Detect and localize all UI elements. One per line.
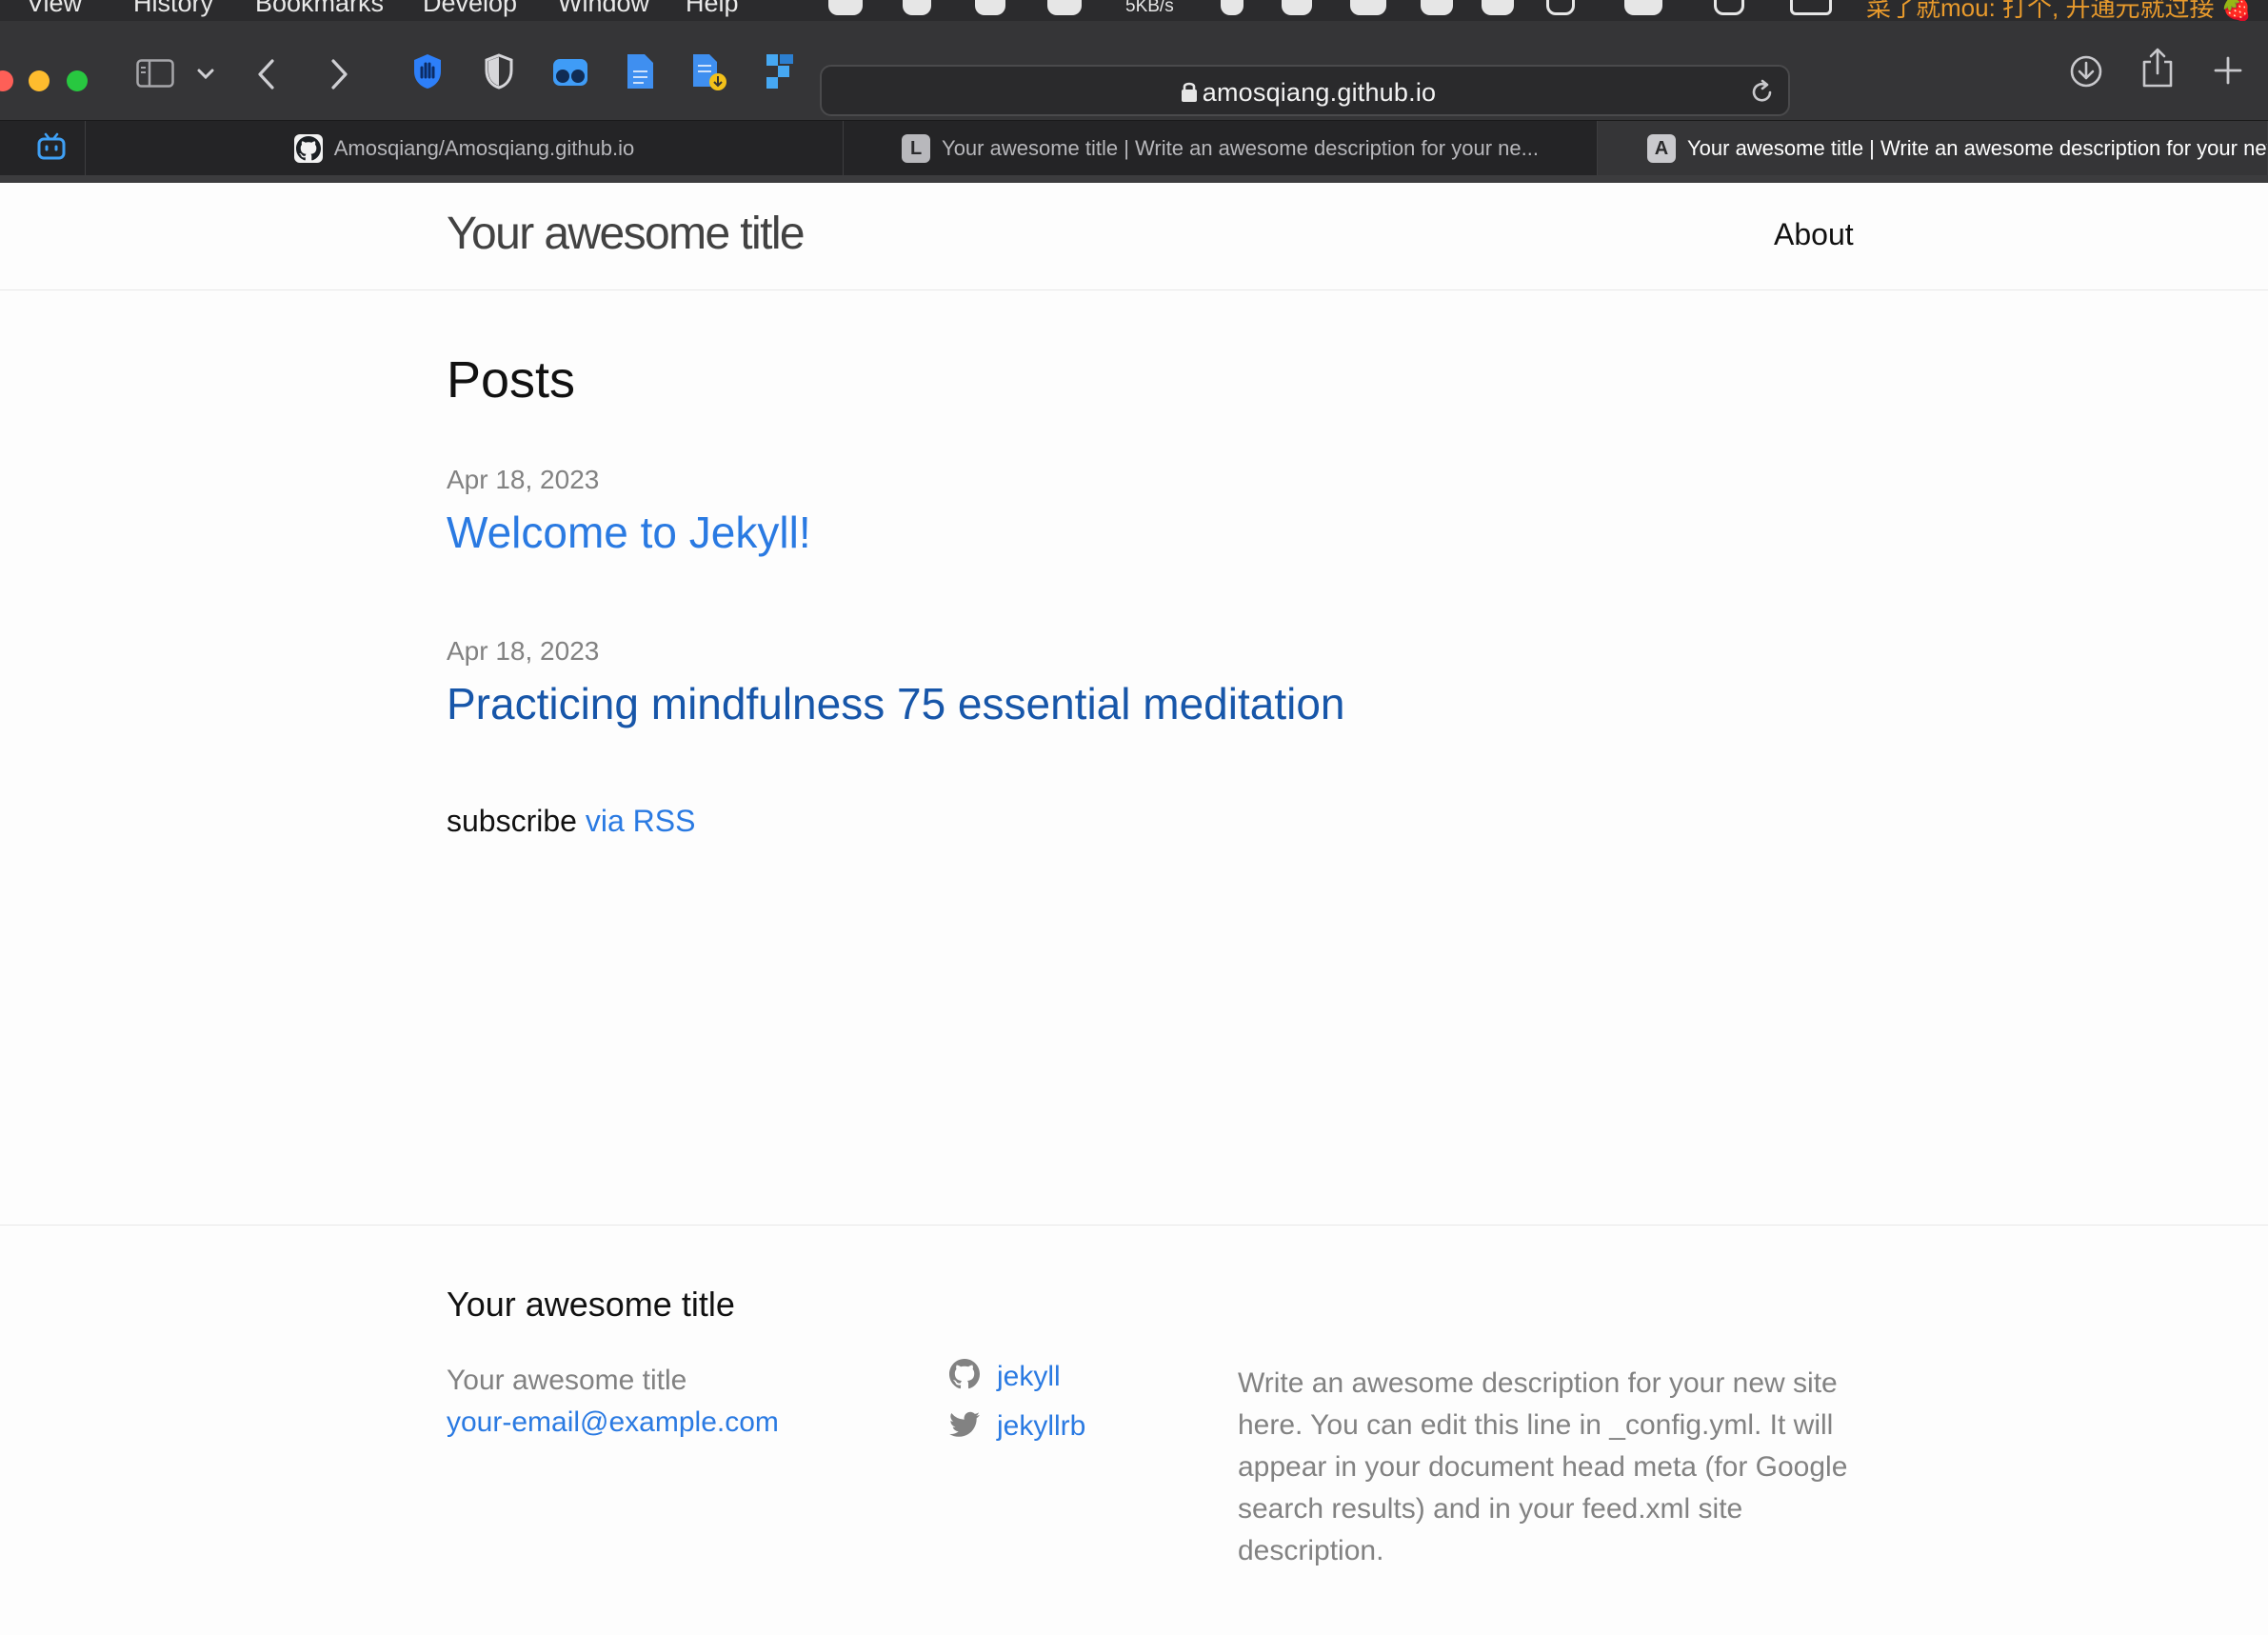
address-bar[interactable]: amosqiang.github.io: [820, 65, 1790, 116]
network-speed: 5KB/s: [1125, 0, 1174, 16]
tab-bar: Amosqiang/Amosqiang.github.io L Your awe…: [0, 120, 2268, 176]
status-app-icon-2[interactable]: [1047, 0, 1082, 15]
post-date: Apr 18, 2023: [447, 636, 600, 666]
tab-jekyll-site-l[interactable]: L Your awesome title | Write an awesome …: [844, 121, 1598, 176]
social-github: jekyll: [949, 1359, 1061, 1394]
nav-about-link[interactable]: About: [1774, 217, 1854, 252]
post-date: Apr 18, 2023: [447, 465, 600, 494]
forward-icon[interactable]: [324, 55, 354, 93]
tab-jekyll-site-active[interactable]: A Your awesome title | Write an awesome …: [1598, 121, 2268, 176]
status-ticker: 菜了就mou: 打个, 开通元就过接 🍓: [1866, 0, 2253, 21]
hand-icon[interactable]: [408, 51, 448, 91]
post-link-welcome[interactable]: Welcome to Jekyll!: [447, 507, 811, 558]
site-header: Your awesome title About: [0, 183, 2268, 290]
tab-bar-divider: [0, 175, 2268, 183]
puzzle-icon[interactable]: [760, 51, 798, 91]
status-mic-icon[interactable]: [975, 0, 1005, 15]
social-twitter: jekyllrb: [949, 1410, 1085, 1443]
status-square-icon[interactable]: [1546, 0, 1575, 15]
status-compass-icon[interactable]: [1282, 0, 1312, 15]
new-tab-icon[interactable]: [2211, 53, 2245, 88]
shield-icon[interactable]: [482, 51, 516, 91]
tab-favicon: L: [902, 134, 931, 163]
footer-email-link[interactable]: your-email@example.com: [447, 1406, 779, 1439]
minimize-window-button[interactable]: [29, 70, 50, 91]
status-grid-icon[interactable]: [903, 0, 931, 15]
binoculars-icon[interactable]: [550, 53, 590, 91]
menu-bar: View History Bookmarks Develop Window He…: [0, 0, 2268, 21]
menu-view[interactable]: View: [27, 0, 82, 18]
back-icon[interactable]: [255, 55, 278, 93]
menu-window[interactable]: Window: [558, 0, 649, 18]
tab-favicon: A: [1647, 134, 1676, 163]
document-icon[interactable]: [623, 51, 657, 91]
share-icon[interactable]: [2140, 46, 2175, 90]
tab-title: Amosqiang/Amosqiang.github.io: [333, 136, 635, 160]
github-icon: [293, 134, 323, 163]
status-circle-icon[interactable]: [1714, 0, 1744, 15]
tab-github-repo[interactable]: Amosqiang/Amosqiang.github.io: [86, 121, 844, 176]
status-chat-icon[interactable]: [1350, 0, 1386, 15]
menu-help[interactable]: Help: [686, 0, 739, 18]
github-username-link[interactable]: jekyll: [997, 1361, 1061, 1393]
pinned-tab[interactable]: [17, 121, 86, 176]
close-window-button[interactable]: [0, 70, 13, 91]
status-robot-icon[interactable]: [1421, 0, 1453, 15]
status-app-icon[interactable]: [828, 0, 863, 15]
bilibili-icon: [36, 132, 67, 166]
web-page: Your awesome title About Posts Apr 18, 2…: [0, 183, 2268, 1634]
footer-heading: Your awesome title: [447, 1285, 735, 1324]
github-icon: [949, 1359, 980, 1394]
posts-heading: Posts: [447, 351, 576, 409]
subscribe-line: subscribe via RSS: [447, 804, 695, 839]
menu-bookmarks[interactable]: Bookmarks: [255, 0, 384, 18]
menu-history[interactable]: History: [133, 0, 213, 18]
chevron-down-icon[interactable]: [194, 63, 217, 86]
twitter-username-link[interactable]: jekyllrb: [997, 1410, 1085, 1443]
download-icon[interactable]: [2068, 53, 2104, 90]
tab-title: Your awesome title | Write an awesome de…: [942, 136, 1539, 160]
status-volume-icon[interactable]: [1221, 0, 1243, 15]
subscribe-text: subscribe: [447, 804, 577, 838]
browser-toolbar: amosqiang.github.io: [0, 21, 2268, 120]
tab-title: Your awesome title | Write an awesome de…: [1687, 136, 2268, 160]
url-text[interactable]: amosqiang.github.io: [822, 78, 1788, 108]
sidebar-icon[interactable]: [135, 53, 175, 93]
rss-link[interactable]: via RSS: [586, 804, 696, 838]
zoom-window-button[interactable]: [67, 70, 88, 91]
download-document-icon[interactable]: [689, 51, 729, 93]
site-footer: Your awesome title Your awesome title yo…: [0, 1225, 2268, 1635]
status-cloud-icon[interactable]: [1482, 0, 1514, 15]
twitter-icon: [949, 1411, 980, 1443]
reload-icon[interactable]: [1750, 78, 1775, 110]
footer-description: Write an awesome description for your ne…: [1238, 1367, 1848, 1566]
status-hat-icon[interactable]: [1624, 0, 1662, 15]
battery-icon[interactable]: [1790, 0, 1832, 15]
post-link-mindfulness[interactable]: Practicing mindfulness 75 essential medi…: [447, 678, 1345, 729]
menu-develop[interactable]: Develop: [423, 0, 517, 18]
footer-site-name: Your awesome title: [447, 1365, 687, 1396]
site-title-link[interactable]: Your awesome title: [447, 208, 806, 260]
